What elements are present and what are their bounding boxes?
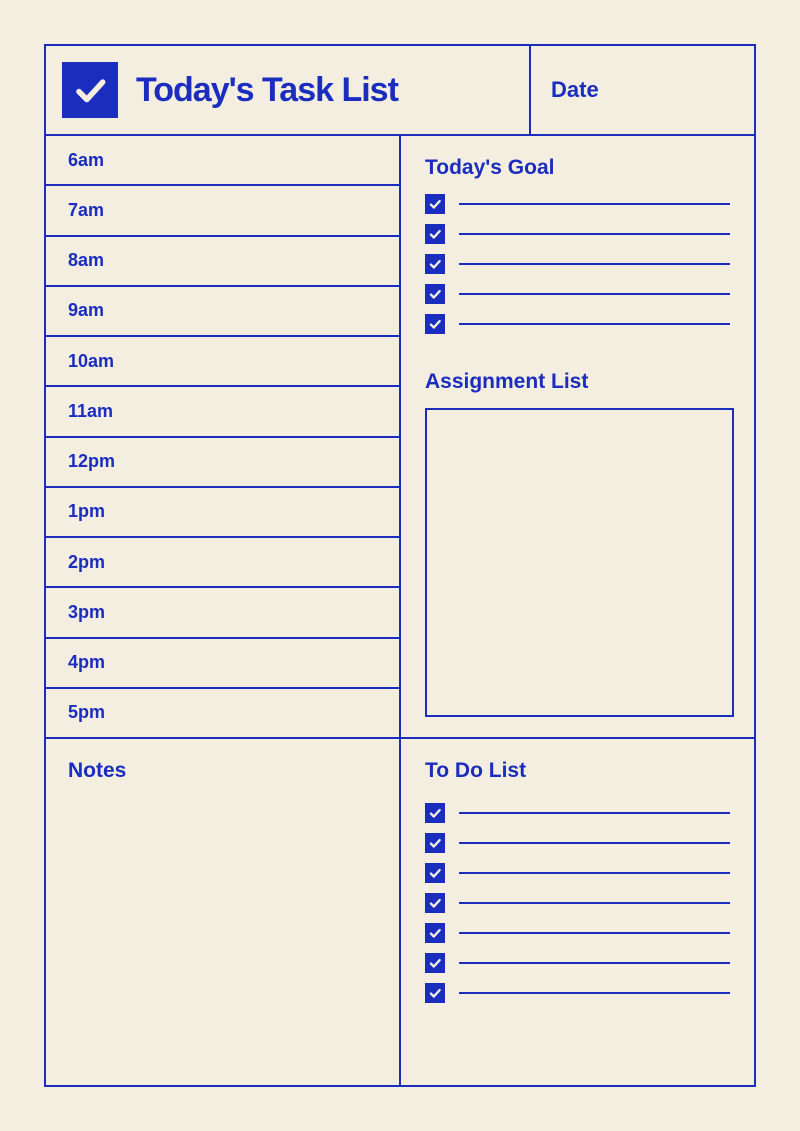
schedule-row[interactable]: 5pm [46,689,399,737]
schedule-column: 6am7am8am9am10am11am12pm1pm2pm3pm4pm5pm [46,136,401,737]
todo-item [425,833,734,853]
goal-item [425,284,734,304]
todo-item [425,893,734,913]
todo-list [425,803,734,1003]
goal-line[interactable] [459,203,730,205]
todo-item [425,863,734,883]
notes-title: Notes [68,759,379,783]
todo-item [425,803,734,823]
todo-line[interactable] [459,902,730,904]
goal-line[interactable] [459,263,730,265]
todo-line[interactable] [459,992,730,994]
goal-line[interactable] [459,323,730,325]
checkbox-icon[interactable] [425,803,445,823]
checkbox-icon[interactable] [425,893,445,913]
schedule-row[interactable]: 8am [46,237,399,287]
todo-line[interactable] [459,842,730,844]
goal-line[interactable] [459,293,730,295]
middle-section: 6am7am8am9am10am11am12pm1pm2pm3pm4pm5pm … [46,136,754,739]
bottom-section: Notes To Do List [46,739,754,1085]
checkbox-icon[interactable] [425,833,445,853]
goal-item [425,224,734,244]
schedule-row[interactable]: 6am [46,136,399,186]
goal-item [425,314,734,334]
checkbox-icon[interactable] [425,284,445,304]
schedule-row[interactable]: 11am [46,387,399,437]
todo-item [425,923,734,943]
todo-line[interactable] [459,872,730,874]
assignment-title: Assignment List [425,370,734,394]
goals-title: Today's Goal [425,156,734,180]
schedule-row[interactable]: 9am [46,287,399,337]
todo-line[interactable] [459,932,730,934]
checkbox-icon[interactable] [425,923,445,943]
planner-frame: Today's Task List Date 6am7am8am9am10am1… [44,44,756,1087]
todo-item [425,983,734,1003]
checkbox-icon[interactable] [425,983,445,1003]
notes-cell[interactable]: Notes [46,739,401,1085]
schedule-row[interactable]: 12pm [46,438,399,488]
header-check-icon [62,62,118,118]
goal-item [425,254,734,274]
right-panel: Today's Goal Assignment List [401,136,754,737]
todo-item [425,953,734,973]
schedule-row[interactable]: 1pm [46,488,399,538]
checkbox-icon[interactable] [425,953,445,973]
header-row: Today's Task List Date [46,46,754,136]
assignment-box[interactable] [425,408,734,717]
todo-title: To Do List [425,759,734,783]
checkbox-icon[interactable] [425,224,445,244]
page-title: Today's Task List [136,71,398,110]
goal-line[interactable] [459,233,730,235]
title-cell: Today's Task List [46,46,529,134]
todo-line[interactable] [459,962,730,964]
todo-line[interactable] [459,812,730,814]
checkbox-icon[interactable] [425,863,445,883]
checkbox-icon[interactable] [425,194,445,214]
checkbox-icon[interactable] [425,254,445,274]
schedule-row[interactable]: 7am [46,186,399,236]
schedule-row[interactable]: 2pm [46,538,399,588]
schedule-row[interactable]: 4pm [46,639,399,689]
date-field[interactable]: Date [529,46,754,134]
schedule-row[interactable]: 3pm [46,588,399,638]
schedule-row[interactable]: 10am [46,337,399,387]
todo-cell: To Do List [401,739,754,1085]
goals-list [425,194,734,344]
checkbox-icon[interactable] [425,314,445,334]
goal-item [425,194,734,214]
